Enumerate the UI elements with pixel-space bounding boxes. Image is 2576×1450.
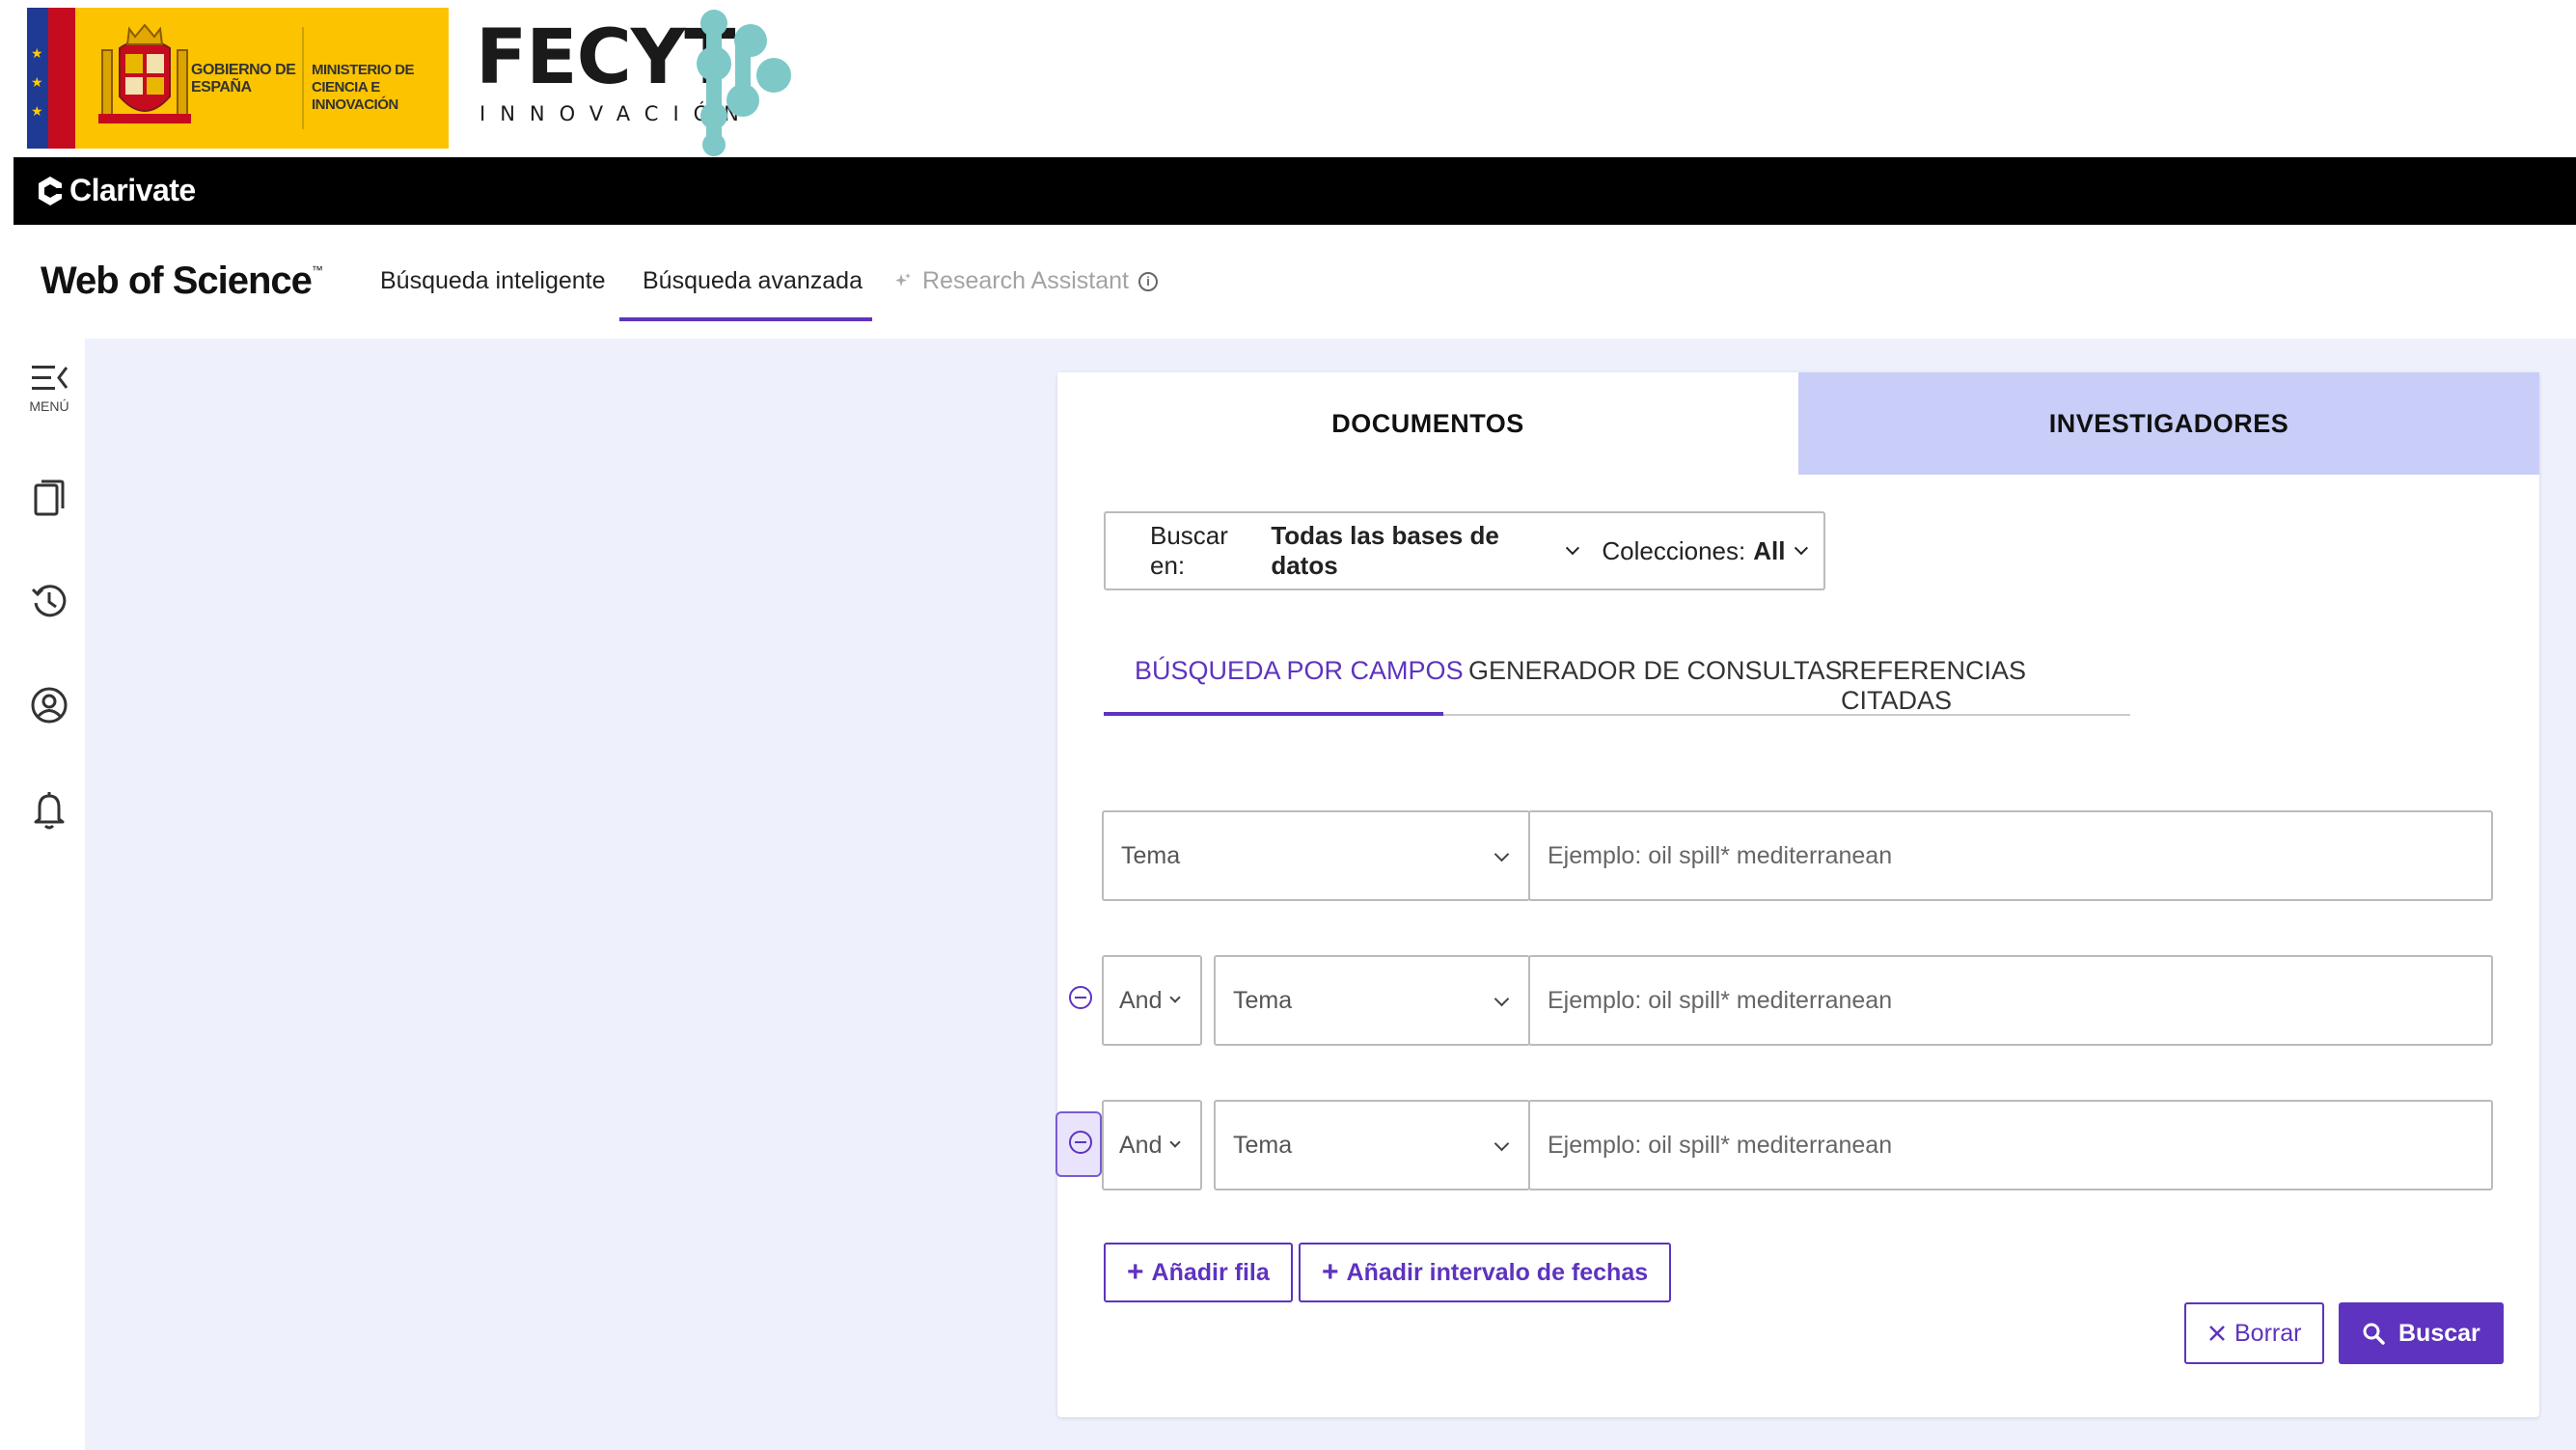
wos-header: Web of Science™ Búsqueda inteligente Bús… — [14, 225, 2576, 339]
add-row-button[interactable]: + Añadir fila — [1104, 1243, 1293, 1302]
add-date-range-label: Añadir intervalo de fechas — [1346, 1258, 1649, 1286]
chevron-down-icon — [1795, 541, 1809, 555]
operator-select-row-3[interactable]: And — [1102, 1100, 1202, 1190]
remove-row-2-button[interactable] — [1069, 986, 1092, 1009]
tab-query-builder[interactable]: GENERADOR DE CONSULTAS — [1468, 656, 1843, 686]
search-in-label: Buscar en: — [1150, 521, 1228, 580]
subtab-active-indicator — [1104, 712, 1443, 716]
menu-collapse-icon — [32, 366, 69, 390]
add-row-label: Añadir fila — [1151, 1258, 1270, 1286]
fecyt-molecule-icon — [697, 10, 791, 156]
search-card: DOCUMENTOS INVESTIGADORES Buscar en: Tod… — [1055, 372, 2539, 1417]
rail-menu[interactable]: MENÚ — [19, 362, 79, 414]
operator-select-row-2[interactable]: And — [1102, 955, 1202, 1046]
search-in-value[interactable]: Todas las bases de datos — [1271, 521, 1556, 581]
remove-row-3-button[interactable] — [1069, 1131, 1092, 1154]
chevron-down-icon — [1494, 846, 1510, 862]
search-button[interactable]: Buscar — [2339, 1302, 2504, 1364]
left-rail: MENÚ — [14, 339, 85, 1450]
tab-documents[interactable]: DOCUMENTOS — [1057, 372, 1798, 475]
database-selector[interactable]: Buscar en: Todas las bases de datos Cole… — [1104, 511, 1825, 590]
gov-divider — [302, 27, 304, 129]
history-icon — [31, 585, 67, 617]
chevron-down-icon — [1169, 992, 1182, 1003]
nav-research-assistant[interactable]: Research Assistant i — [893, 267, 1158, 295]
clarivate-name: Clarivate — [69, 173, 196, 207]
institutional-banner: ★ ★ ★ GOBIERNO DE ESPAÑA MINISTERIO DE C… — [0, 0, 2576, 157]
rail-menu-label: MENÚ — [29, 398, 69, 414]
search-label: Buscar — [2398, 1319, 2480, 1347]
clear-label: Borrar — [2234, 1319, 2302, 1347]
operator-value: And — [1119, 986, 1163, 1014]
gobierno-logo: ★ ★ ★ GOBIERNO DE ESPAÑA MINISTERIO DE C… — [27, 8, 449, 149]
eu-flag-strip: ★ ★ ★ — [27, 8, 48, 149]
tab-field-search[interactable]: BÚSQUEDA POR CAMPOS — [1135, 656, 1464, 686]
research-assistant-label: Research Assistant — [922, 267, 1129, 294]
add-date-range-button[interactable]: + Añadir intervalo de fechas — [1299, 1243, 1672, 1302]
query-input-row-1[interactable] — [1528, 810, 2493, 901]
tab-researchers[interactable]: INVESTIGADORES — [1798, 372, 2539, 475]
bookmark-list-icon — [34, 479, 65, 516]
query-input-row-2[interactable] — [1528, 955, 2493, 1046]
chevron-down-icon — [1494, 1135, 1510, 1152]
field-value: Tema — [1233, 986, 1293, 1014]
close-icon — [2209, 1326, 2225, 1341]
clarivate-bar: Clarivate — [14, 157, 2576, 225]
wos-logo[interactable]: Web of Science™ — [41, 260, 323, 303]
rail-alerts[interactable] — [19, 790, 79, 831]
collections-value[interactable]: All — [1753, 536, 1785, 566]
operator-value: And — [1119, 1131, 1163, 1159]
nav-smart-search[interactable]: Búsqueda inteligente — [380, 267, 606, 295]
clarivate-icon — [39, 176, 64, 205]
chevron-down-icon — [1494, 991, 1510, 1007]
ministerio-text: MINISTERIO DE CIENCIA E INNOVACIÓN — [312, 62, 415, 113]
field-select-row-1[interactable]: Tema — [1102, 810, 1530, 901]
rail-profile[interactable] — [19, 686, 79, 725]
plus-icon: + — [1322, 1256, 1339, 1288]
field-value: Tema — [1233, 1131, 1293, 1159]
chevron-down-icon — [1169, 1136, 1182, 1148]
search-icon — [2363, 1323, 2385, 1345]
bell-icon — [34, 792, 65, 830]
coat-of-arms-icon — [98, 23, 191, 123]
search-type-tabs: DOCUMENTOS INVESTIGADORES — [1057, 372, 2539, 475]
field-select-row-3[interactable]: Tema — [1214, 1100, 1530, 1190]
nav-active-indicator — [619, 317, 872, 321]
trademark: ™ — [311, 263, 323, 277]
tab-cited-references[interactable]: REFERENCIAS CITADAS — [1841, 656, 2130, 716]
collections-label: Colecciones: — [1602, 535, 1746, 565]
user-profile-icon — [31, 687, 68, 724]
info-icon[interactable]: i — [1138, 271, 1158, 291]
plus-icon: + — [1127, 1256, 1144, 1288]
rail-history[interactable] — [19, 582, 79, 620]
clarivate-logo[interactable]: Clarivate — [37, 173, 196, 208]
rail-marked-list[interactable] — [19, 478, 79, 518]
chevron-down-icon — [1565, 541, 1579, 555]
field-value: Tema — [1121, 841, 1181, 869]
wos-title-text: Web of Science — [41, 260, 313, 302]
sparkle-icon — [895, 272, 911, 287]
gobierno-text: GOBIERNO DE ESPAÑA — [191, 62, 296, 96]
nav-advanced-search[interactable]: Búsqueda avanzada — [643, 267, 863, 295]
field-select-row-2[interactable]: Tema — [1214, 955, 1530, 1046]
search-mode-tabs: BÚSQUEDA POR CAMPOS GENERADOR DE CONSULT… — [1104, 635, 2130, 716]
query-input-row-3[interactable] — [1528, 1100, 2493, 1190]
clear-button[interactable]: Borrar — [2184, 1302, 2325, 1364]
